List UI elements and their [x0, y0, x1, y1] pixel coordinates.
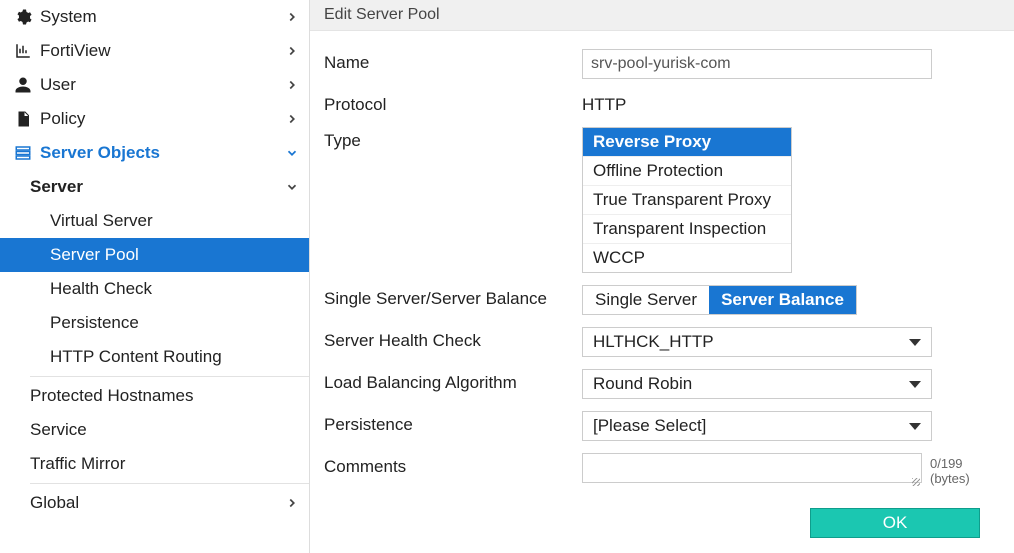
type-option-transparent-inspection[interactable]: Transparent Inspection	[583, 215, 791, 244]
nav-label: Protected Hostnames	[30, 386, 299, 406]
sidebar-item-traffic-mirror[interactable]: Traffic Mirror	[0, 447, 309, 481]
type-option-wccp[interactable]: WCCP	[583, 244, 791, 272]
chart-icon	[12, 42, 34, 60]
persistence-select[interactable]: [Please Select]	[582, 411, 932, 441]
select-value: Round Robin	[593, 374, 692, 394]
nav-label: Server	[30, 177, 285, 197]
nav-label: HTTP Content Routing	[50, 347, 299, 367]
nav-label: Virtual Server	[50, 211, 299, 231]
caret-down-icon	[909, 423, 921, 430]
comments-wrapper	[582, 453, 922, 488]
sidebar: System FortiView User	[0, 0, 310, 553]
nav-label: Global	[30, 493, 285, 513]
page-title: Edit Server Pool	[310, 0, 1014, 31]
row-balance: Single Server/Server Balance Single Serv…	[324, 285, 1000, 315]
sidebar-item-protected-hostnames[interactable]: Protected Hostnames	[0, 379, 309, 413]
sidebar-item-system[interactable]: System	[0, 0, 309, 34]
comments-byte-hint: 0/199 (bytes)	[930, 456, 1000, 486]
nav-label: Service	[30, 420, 299, 440]
type-option-offline-protection[interactable]: Offline Protection	[583, 157, 791, 186]
name-input[interactable]	[582, 49, 932, 79]
label-protocol: Protocol	[324, 91, 582, 115]
sidebar-item-fortiview[interactable]: FortiView	[0, 34, 309, 68]
sidebar-item-server-pool[interactable]: Server Pool	[0, 238, 309, 272]
label-type: Type	[324, 127, 582, 151]
chevron-down-icon	[285, 180, 299, 194]
nav-label: User	[40, 75, 285, 95]
algorithm-select[interactable]: Round Robin	[582, 369, 932, 399]
seg-single-server[interactable]: Single Server	[583, 286, 709, 314]
nav-label: Server Objects	[40, 143, 285, 163]
healthcheck-select[interactable]: HLTHCK_HTTP	[582, 327, 932, 357]
user-icon	[12, 76, 34, 94]
label-algorithm: Load Balancing Algorithm	[324, 369, 582, 393]
form-area: Name Protocol HTTP Type Reverse Proxy Of…	[310, 31, 1014, 548]
protocol-value: HTTP	[582, 91, 1000, 115]
nav-label: Health Check	[50, 279, 299, 299]
seg-server-balance[interactable]: Server Balance	[709, 286, 856, 314]
chevron-down-icon	[285, 146, 299, 160]
label-persistence: Persistence	[324, 411, 582, 435]
row-comments: Comments 0/199 (bytes)	[324, 453, 1000, 488]
chevron-right-icon	[285, 78, 299, 92]
form-footer: OK	[324, 508, 1000, 538]
sidebar-item-health-check[interactable]: Health Check	[0, 272, 309, 306]
server-stack-icon	[12, 144, 34, 162]
row-persistence: Persistence [Please Select]	[324, 411, 1000, 441]
select-value: HLTHCK_HTTP	[593, 332, 714, 352]
chevron-right-icon	[285, 496, 299, 510]
nav-divider	[30, 483, 309, 484]
type-option-true-transparent-proxy[interactable]: True Transparent Proxy	[583, 186, 791, 215]
type-list: Reverse Proxy Offline Protection True Tr…	[582, 127, 792, 273]
balance-segmented: Single Server Server Balance	[582, 285, 857, 315]
sidebar-item-user[interactable]: User	[0, 68, 309, 102]
sidebar-item-global[interactable]: Global	[0, 486, 309, 520]
caret-down-icon	[909, 381, 921, 388]
sidebar-item-service[interactable]: Service	[0, 413, 309, 447]
label-comments: Comments	[324, 453, 582, 477]
document-icon	[12, 110, 34, 128]
nav-label: FortiView	[40, 41, 285, 61]
chevron-right-icon	[285, 44, 299, 58]
sidebar-item-policy[interactable]: Policy	[0, 102, 309, 136]
caret-down-icon	[909, 339, 921, 346]
label-name: Name	[324, 49, 582, 73]
sidebar-item-http-content-routing[interactable]: HTTP Content Routing	[0, 340, 309, 374]
chevron-right-icon	[285, 112, 299, 126]
row-protocol: Protocol HTTP	[324, 91, 1000, 115]
comments-input[interactable]	[582, 453, 922, 483]
nav-divider	[30, 376, 309, 377]
sidebar-item-server-objects[interactable]: Server Objects	[0, 136, 309, 170]
sidebar-item-virtual-server[interactable]: Virtual Server	[0, 204, 309, 238]
gear-icon	[12, 8, 34, 26]
nav-label: System	[40, 7, 285, 27]
sidebar-item-server[interactable]: Server	[0, 170, 309, 204]
row-type: Type Reverse Proxy Offline Protection Tr…	[324, 127, 1000, 273]
nav-label: Server Pool	[50, 245, 299, 265]
row-algorithm: Load Balancing Algorithm Round Robin	[324, 369, 1000, 399]
label-balance: Single Server/Server Balance	[324, 285, 582, 309]
row-name: Name	[324, 49, 1000, 79]
nav-label: Traffic Mirror	[30, 454, 299, 474]
ok-button[interactable]: OK	[810, 508, 980, 538]
label-healthcheck: Server Health Check	[324, 327, 582, 351]
app-layout: System FortiView User	[0, 0, 1014, 553]
nav-label: Policy	[40, 109, 285, 129]
select-value: [Please Select]	[593, 416, 706, 436]
sidebar-item-persistence[interactable]: Persistence	[0, 306, 309, 340]
chevron-right-icon	[285, 10, 299, 24]
row-healthcheck: Server Health Check HLTHCK_HTTP	[324, 327, 1000, 357]
nav-label: Persistence	[50, 313, 299, 333]
content-pane: Edit Server Pool Name Protocol HTTP Type…	[310, 0, 1014, 553]
type-option-reverse-proxy[interactable]: Reverse Proxy	[583, 128, 791, 157]
